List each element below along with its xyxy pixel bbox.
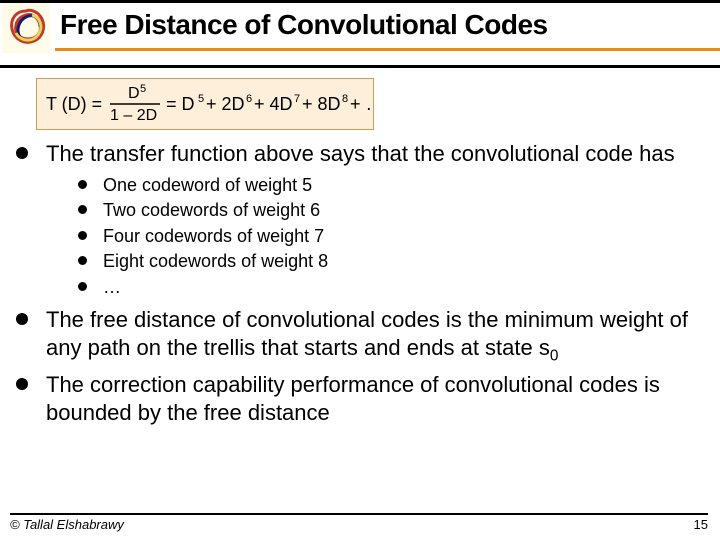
svg-text:+ 8D: + 8D (302, 94, 341, 114)
svg-text:6: 6 (246, 93, 252, 105)
copyright-text: © Tallal Elshabrawy (10, 517, 124, 532)
svg-text:D: D (128, 85, 140, 102)
bullet-text-main: The free distance of convolutional codes… (46, 307, 688, 360)
svg-text:5: 5 (140, 83, 146, 95)
logo (2, 3, 50, 53)
svg-text:+ 4D: + 4D (254, 94, 293, 114)
bullet-icon (78, 205, 87, 214)
svg-text:+ 2D: + 2D (206, 94, 245, 114)
bullet-text: The free distance of convolutional codes… (46, 306, 700, 365)
bullet-icon (16, 313, 28, 325)
svg-text:5: 5 (198, 93, 204, 105)
bullet-text: The transfer function above says that th… (46, 140, 675, 168)
sub-bullet-item: Eight codewords of weight 8 (78, 250, 700, 273)
transfer-function-formula: T (D) = D 5 1 – 2D = D 5 + 2D 6 + 4D 7 +… (36, 78, 374, 130)
sublist: One codeword of weight 5 Two codewords o… (78, 174, 700, 299)
svg-text:= D: = D (166, 94, 195, 114)
bullet-icon (78, 180, 87, 189)
svg-text:T (D) =: T (D) = (46, 94, 102, 114)
sub-bullet-text: Two codewords of weight 6 (103, 199, 320, 222)
content-area: The transfer function above says that th… (16, 140, 700, 430)
bullet-item: The free distance of convolutional codes… (16, 306, 700, 365)
bullet-icon (16, 147, 28, 159)
sub-bullet-item: Two codewords of weight 6 (78, 199, 700, 222)
svg-text:1 – 2D: 1 – 2D (110, 107, 157, 124)
bullet-icon (78, 256, 87, 265)
slide-footer: © Tallal Elshabrawy 15 (10, 513, 708, 532)
bullet-icon (78, 282, 87, 291)
sub-bullet-text: Four codewords of weight 7 (103, 225, 324, 248)
sub-bullet-item: One codeword of weight 5 (78, 174, 700, 197)
page-number: 15 (694, 517, 708, 532)
header-divider (0, 65, 720, 68)
sub-bullet-text: One codeword of weight 5 (103, 174, 312, 197)
sub-bullet-item: … (78, 276, 700, 299)
bullet-icon (78, 231, 87, 240)
sub-bullet-text: … (103, 276, 121, 299)
bullet-item: The transfer function above says that th… (16, 140, 700, 168)
slide-header: Free Distance of Convolutional Codes (0, 0, 720, 58)
accent-underline (55, 48, 720, 51)
sub-bullet-item: Four codewords of weight 7 (78, 225, 700, 248)
svg-text:+ …: + … (350, 94, 370, 114)
bullet-item: The correction capability performance of… (16, 371, 700, 426)
bullet-icon (16, 378, 28, 390)
sub-bullet-text: Eight codewords of weight 8 (103, 250, 328, 273)
svg-text:8: 8 (342, 93, 348, 105)
slide-title: Free Distance of Convolutional Codes (60, 9, 548, 41)
subscript-zero: 0 (550, 347, 559, 364)
bullet-text: The correction capability performance of… (46, 371, 700, 426)
svg-text:7: 7 (294, 93, 300, 105)
